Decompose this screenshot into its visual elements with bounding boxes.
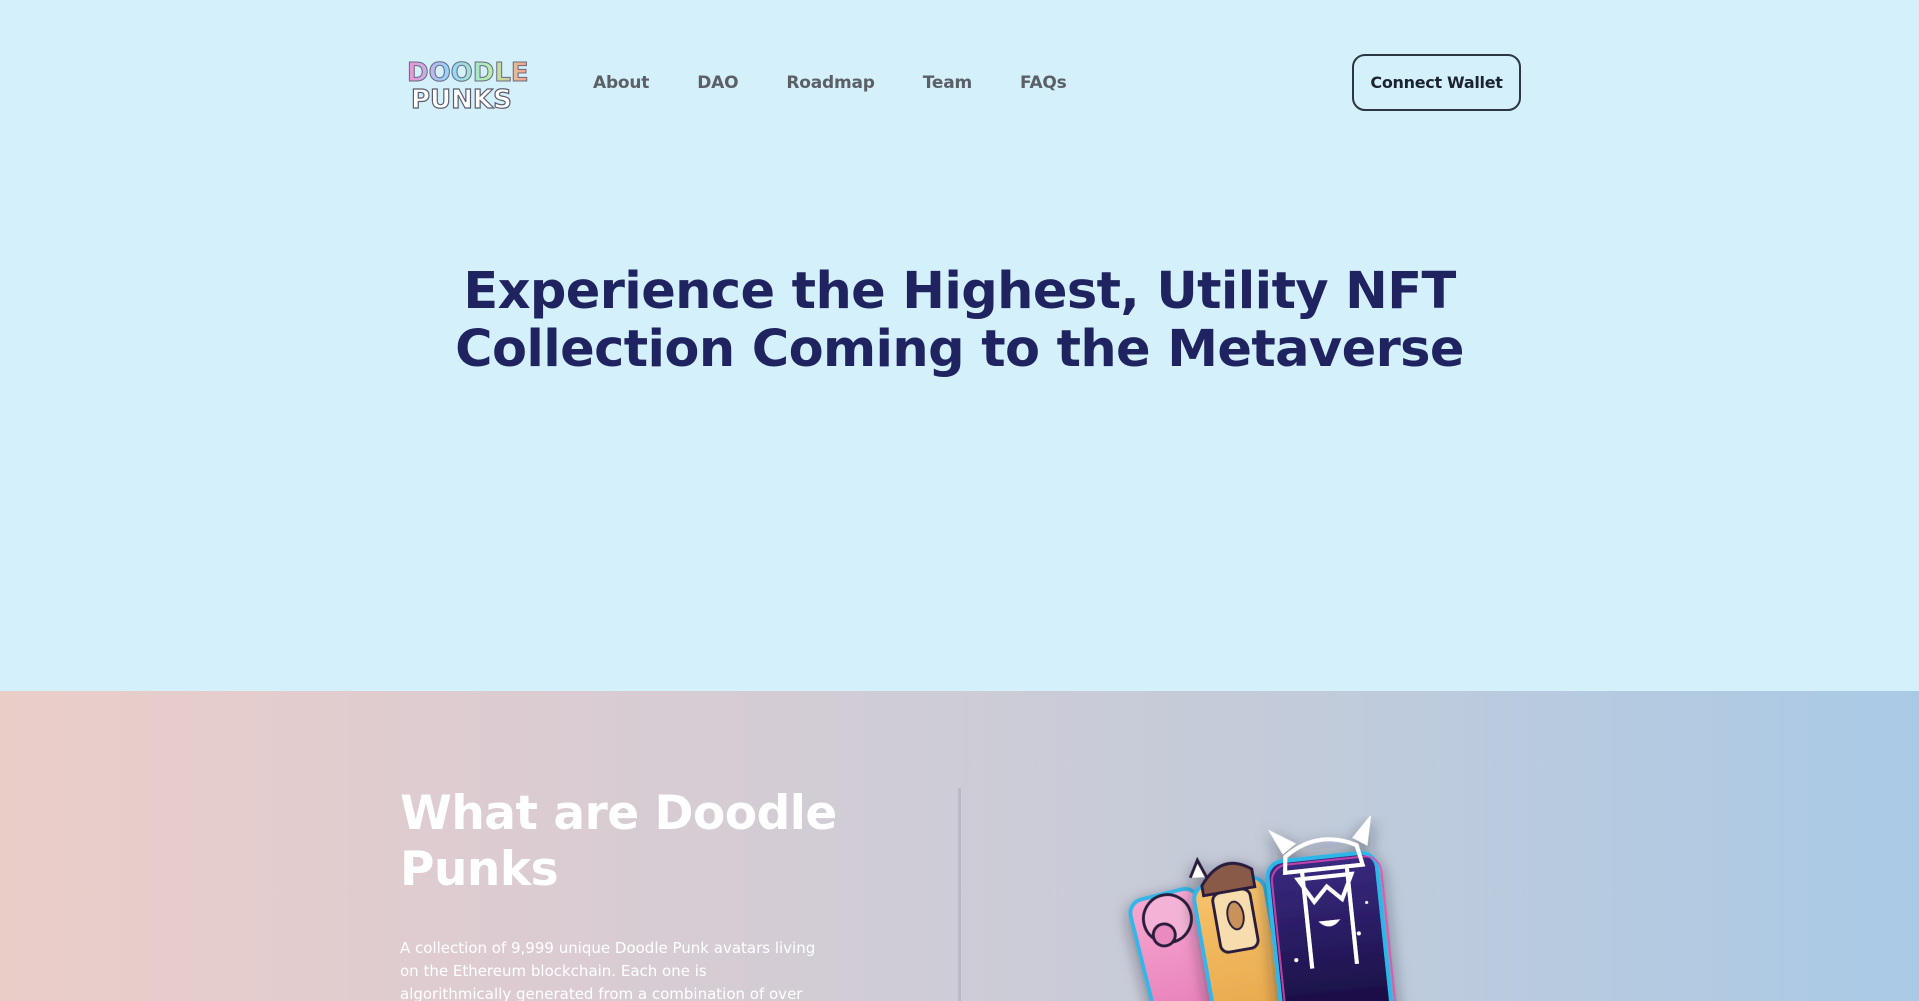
svg-text:DOODLE: DOODLE — [407, 58, 529, 88]
about-title-line1: What are Doodle — [400, 786, 837, 841]
hero-headline-line1: Experience the Highest, Utility NFT — [463, 262, 1456, 321]
nav-dao[interactable]: DAO — [697, 73, 738, 93]
about-title: What are Doodle Punks — [400, 786, 840, 898]
nav-faqs[interactable]: FAQs — [1020, 73, 1067, 93]
section-divider — [958, 788, 961, 1001]
connect-wallet-button[interactable]: Connect Wallet — [1352, 54, 1521, 111]
top-nav: DOODLE PUNKS About DAO Roadmap Team FAQs… — [405, 54, 1521, 112]
svg-text:PUNKS: PUNKS — [411, 85, 512, 112]
about-section: What are Doodle Punks A collection of 9,… — [0, 691, 1919, 1001]
punk-cards-illustration — [1128, 816, 1397, 1001]
purple-punk-card — [1265, 816, 1397, 1001]
hero-headline-line2: Collection Coming to the Metaverse — [455, 320, 1464, 379]
nav-roadmap[interactable]: Roadmap — [786, 73, 875, 93]
about-description: A collection of 9,999 unique Doodle Punk… — [400, 939, 816, 1001]
nav-links: About DAO Roadmap Team FAQs — [593, 54, 1115, 112]
hero-section: DOODLE PUNKS About DAO Roadmap Team FAQs… — [0, 0, 1919, 691]
nav-team[interactable]: Team — [923, 73, 972, 93]
hero-headline: Experience the Highest, Utility NFT Coll… — [360, 263, 1559, 379]
about-title-line2: Punks — [400, 842, 559, 897]
nav-about[interactable]: About — [593, 73, 649, 93]
doodle-punks-logo[interactable]: DOODLE PUNKS — [405, 54, 530, 113]
